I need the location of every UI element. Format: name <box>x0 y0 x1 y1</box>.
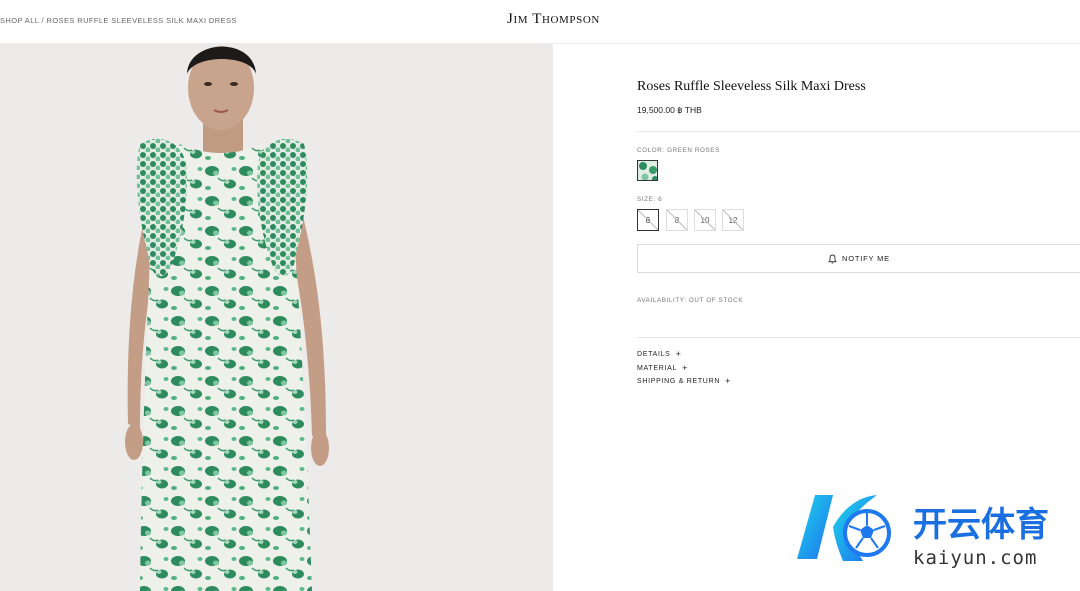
brand-logo[interactable]: Jim Thompson <box>0 11 1080 28</box>
bell-icon <box>828 254 838 263</box>
product-price: 19,500.00 ฿ THB <box>637 105 702 115</box>
accordion-details[interactable]: DETAILS + <box>637 349 682 359</box>
strike-icon <box>667 210 687 230</box>
plus-icon: + <box>725 376 732 386</box>
strike-icon <box>723 210 743 230</box>
model-photo <box>125 46 329 591</box>
swatch-print-icon <box>638 161 657 180</box>
strike-icon <box>695 210 715 230</box>
product-image[interactable] <box>0 44 553 591</box>
divider <box>637 337 1080 338</box>
size-option-12[interactable]: 12 <box>722 209 744 231</box>
strike-icon <box>638 210 658 230</box>
size-option-8[interactable]: 8 <box>666 209 688 231</box>
plus-icon: + <box>675 349 682 359</box>
accordion-details-label: DETAILS <box>637 351 671 358</box>
accordion-shipping-label: SHIPPING & RETURN <box>637 378 721 385</box>
size-option-6[interactable]: 6 <box>637 209 659 231</box>
plus-icon: + <box>682 363 689 373</box>
divider <box>637 131 1080 132</box>
notify-me-button[interactable]: NOTIFY ME <box>637 244 1080 273</box>
size-label: SIZE: 6 <box>637 196 663 203</box>
accordion-material[interactable]: MATERIAL + <box>637 363 689 373</box>
watermark-domain: kaiyun.com <box>913 547 1038 569</box>
size-option-10[interactable]: 10 <box>694 209 716 231</box>
notify-label: NOTIFY ME <box>842 254 890 263</box>
product-title: Roses Ruffle Sleeveless Silk Maxi Dress <box>637 79 866 94</box>
availability-status: AVAILABILITY: OUT OF STOCK <box>637 297 744 304</box>
site-header: SHOP ALL / ROSES RUFFLE SLEEVELESS SILK … <box>0 0 1080 44</box>
accordion-material-label: MATERIAL <box>637 365 678 372</box>
color-label: COLOR: GREEN ROSES <box>637 147 720 154</box>
watermark-chinese: 开云体育 <box>913 505 1049 545</box>
color-swatch-green-roses[interactable] <box>637 160 658 181</box>
accordion-shipping[interactable]: SHIPPING & RETURN + <box>637 376 732 386</box>
watermark: 开云体育 kaiyun.com <box>793 489 1080 574</box>
